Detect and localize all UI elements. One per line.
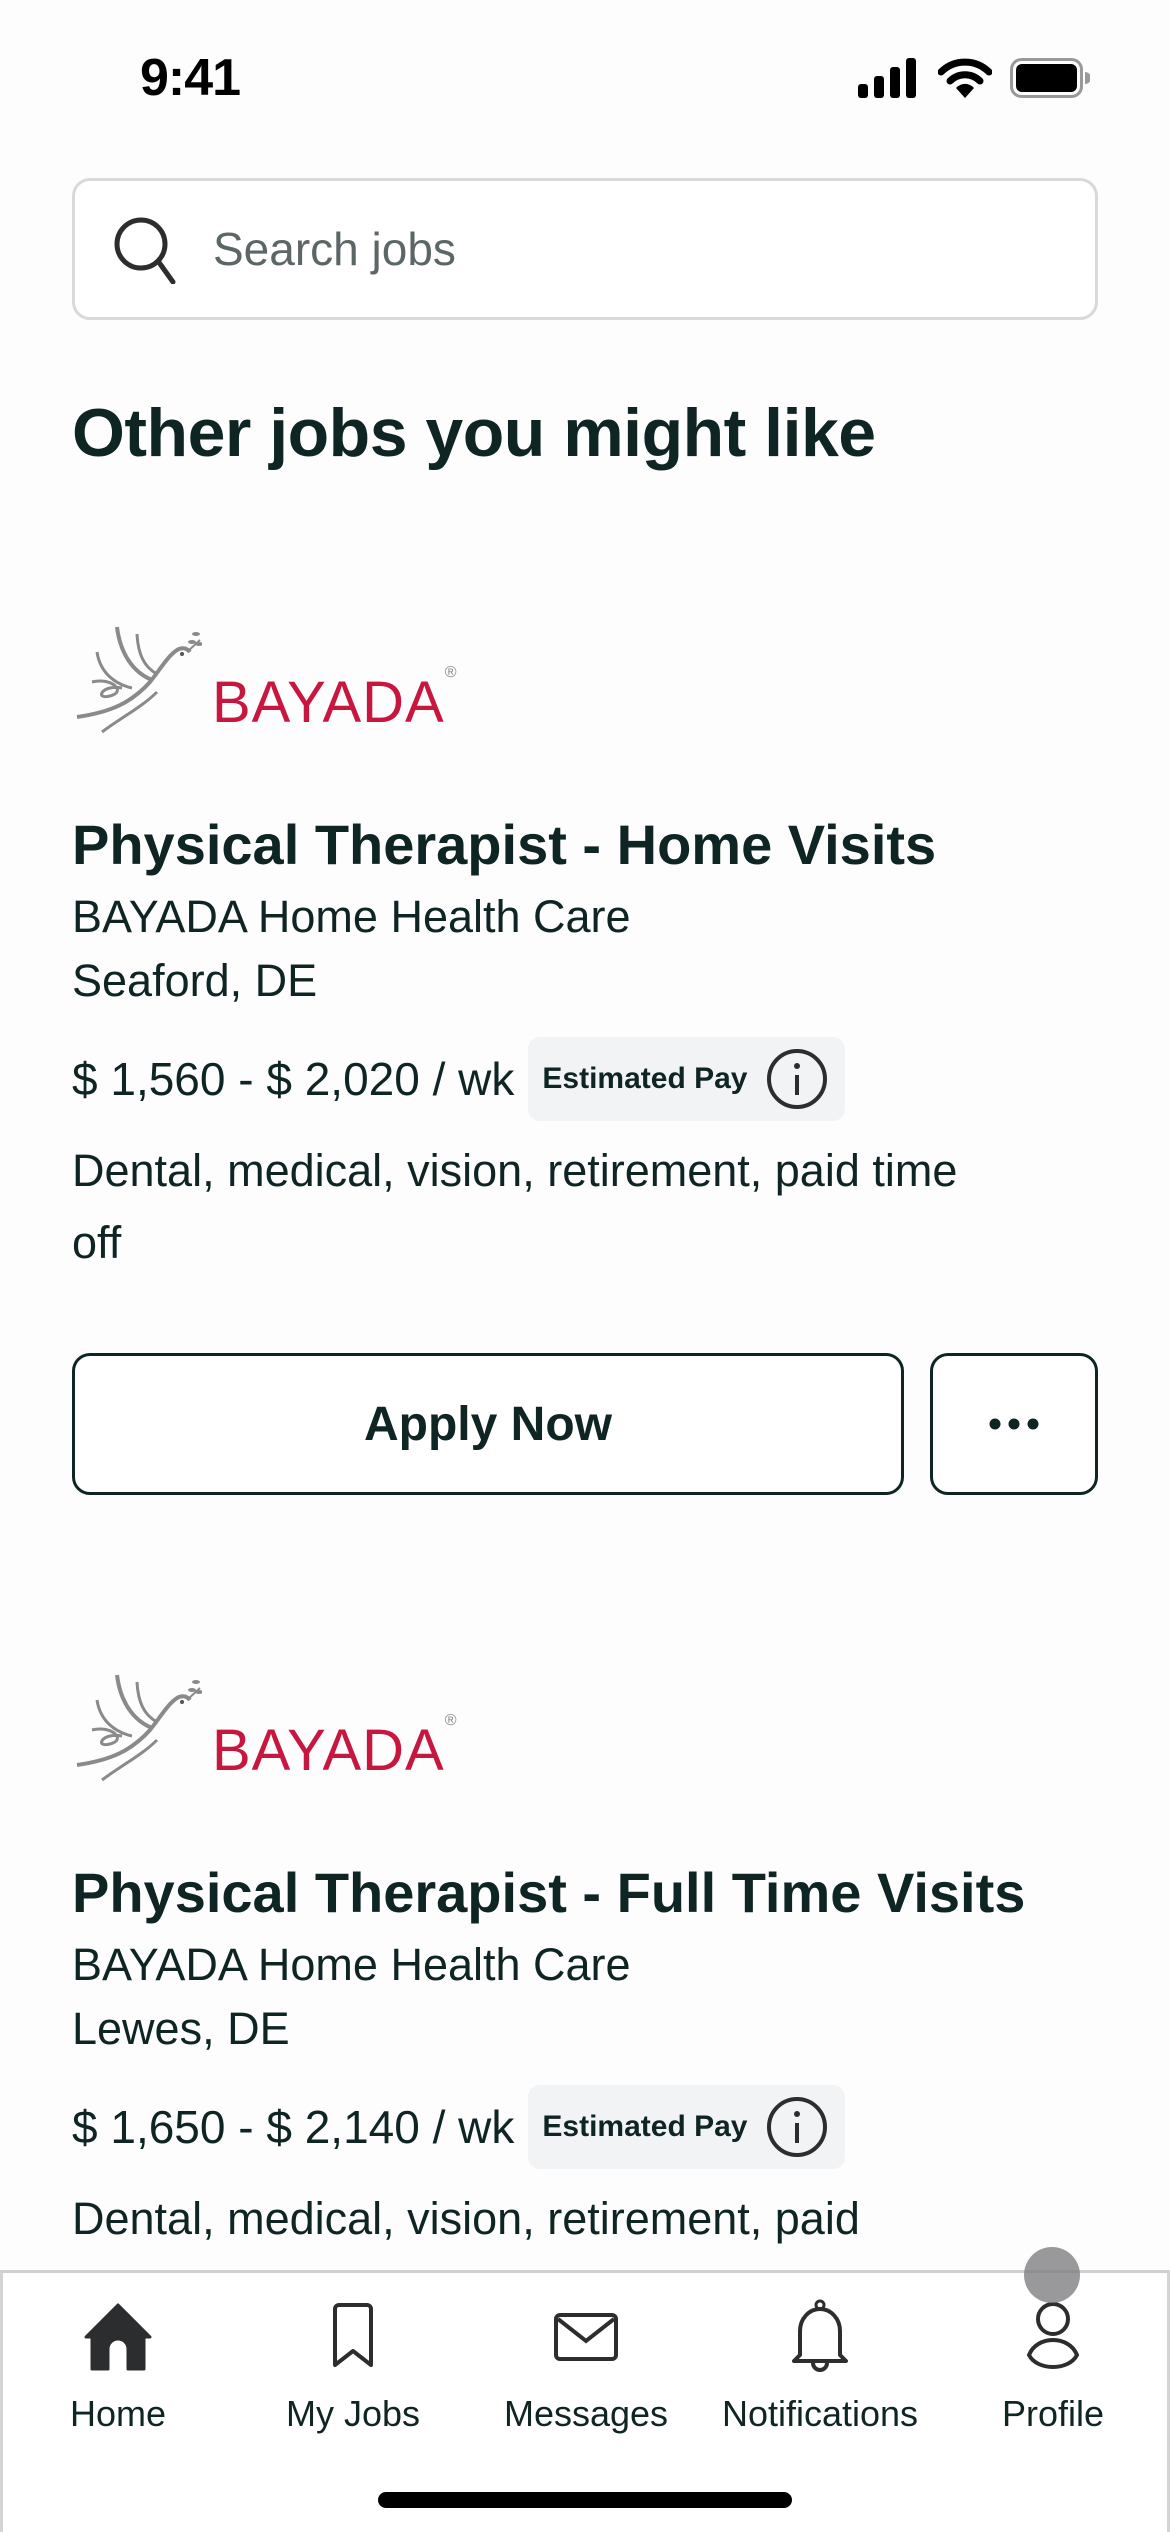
pay-range: $ 1,560 - $ 2,020 / wk bbox=[72, 1053, 515, 1105]
pay-row: $ 1,560 - $ 2,020 / wk Estimated Pay bbox=[72, 1037, 1098, 1121]
apply-now-button[interactable]: Apply Now bbox=[72, 1353, 904, 1495]
registered-mark: ® bbox=[444, 664, 457, 681]
job-benefits: Dental, medical, vision, retirement, pai… bbox=[72, 2193, 860, 2244]
search-input[interactable] bbox=[213, 222, 1013, 276]
bookmark-icon bbox=[333, 2303, 373, 2367]
estimated-pay-label: Estimated Pay bbox=[542, 1062, 748, 1095]
touch-indicator bbox=[1024, 2247, 1080, 2303]
job-location: Seaford, DE bbox=[72, 955, 318, 1006]
dove-logo-icon bbox=[76, 1674, 202, 1782]
job-location: Lewes, DE bbox=[72, 2003, 290, 2054]
info-icon[interactable] bbox=[765, 2095, 829, 2159]
tab-my-jobs[interactable]: My Jobs bbox=[243, 2295, 463, 2435]
tab-home[interactable]: Home bbox=[8, 2295, 228, 2435]
job-company: BAYADA Home Health Care bbox=[72, 891, 631, 942]
home-icon bbox=[84, 2303, 152, 2371]
estimated-pay-badge[interactable]: Estimated Pay bbox=[528, 2085, 846, 2169]
job-card[interactable]: BAYADA ® Physical Therapist - Full Time … bbox=[72, 1660, 1098, 2255]
company-logo-text: BAYADA bbox=[212, 1718, 445, 1783]
pay-row: $ 1,650 - $ 2,140 / wk Estimated Pay bbox=[72, 2085, 1098, 2169]
status-bar: 9:41 bbox=[0, 0, 1170, 150]
info-icon[interactable] bbox=[765, 1047, 829, 1111]
company-logo: BAYADA ® bbox=[72, 612, 1098, 742]
section-title: Other jobs you might like bbox=[72, 395, 876, 471]
estimated-pay-badge[interactable]: Estimated Pay bbox=[528, 1037, 846, 1121]
job-actions: Apply Now bbox=[72, 1353, 1098, 1495]
status-icons bbox=[858, 58, 1090, 98]
envelope-icon bbox=[554, 2313, 618, 2361]
company-logo: BAYADA ® bbox=[72, 1660, 1098, 1790]
job-title[interactable]: Physical Therapist - Full Time Visits bbox=[72, 1860, 1098, 1925]
registered-mark: ® bbox=[444, 1712, 457, 1729]
tab-notifications[interactable]: Notifications bbox=[710, 2295, 930, 2435]
battery-icon bbox=[1010, 58, 1090, 98]
tab-label: Notifications bbox=[721, 2393, 919, 2434]
wifi-icon bbox=[938, 58, 992, 98]
tab-label: Profile bbox=[1001, 2393, 1105, 2434]
estimated-pay-label: Estimated Pay bbox=[542, 2110, 748, 2143]
tab-label: Home bbox=[69, 2393, 167, 2434]
tab-label: Messages bbox=[503, 2393, 669, 2434]
tab-messages[interactable]: Messages bbox=[476, 2295, 696, 2435]
search-box[interactable] bbox=[72, 178, 1098, 320]
bell-icon bbox=[792, 2299, 848, 2372]
company-logo-text: BAYADA bbox=[212, 670, 445, 735]
tab-profile[interactable]: Profile bbox=[943, 2295, 1163, 2435]
dove-logo-icon bbox=[76, 626, 202, 734]
home-indicator[interactable] bbox=[378, 2492, 792, 2508]
cellular-signal-icon bbox=[858, 58, 916, 98]
pay-range: $ 1,650 - $ 2,140 / wk bbox=[72, 2101, 515, 2153]
status-time: 9:41 bbox=[140, 49, 241, 107]
job-title[interactable]: Physical Therapist - Home Visits bbox=[72, 812, 1098, 877]
tab-label: My Jobs bbox=[285, 2393, 421, 2434]
person-icon bbox=[1026, 2302, 1080, 2369]
search-icon bbox=[114, 217, 176, 284]
job-benefits: Dental, medical, vision, retirement, pai… bbox=[72, 1145, 958, 1268]
job-company: BAYADA Home Health Care bbox=[72, 1939, 631, 1990]
ellipsis-icon bbox=[989, 1418, 1039, 1430]
more-options-button[interactable] bbox=[930, 1353, 1098, 1495]
job-card[interactable]: BAYADA ® Physical Therapist - Home Visit… bbox=[72, 612, 1098, 1495]
